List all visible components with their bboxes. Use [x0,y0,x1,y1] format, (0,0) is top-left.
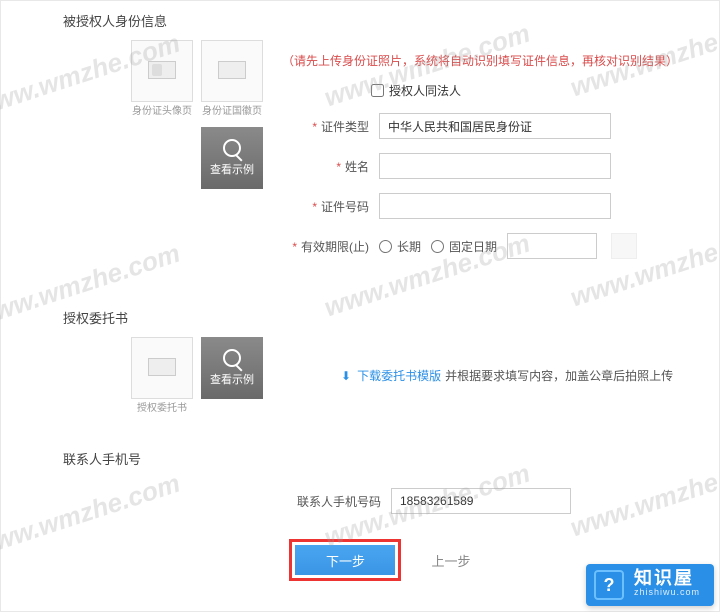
example-label-auth: 查看示例 [210,371,254,387]
phone-label: 联系人手机号码 [297,495,381,509]
section-title-id-info: 被授权人身份信息 [1,1,719,40]
download-template-link[interactable]: 下载委托书模版 [357,367,441,384]
brand-badge: ? 知识屋 zhishiwu.com [586,564,714,606]
upload-id-back-label: 身份证国徽页 [201,102,263,117]
legal-person-checkbox[interactable] [371,84,384,97]
view-example-auth[interactable]: 查看示例 [201,337,263,399]
download-tail-text: 并根据要求填写内容，加盖公章后拍照上传 [445,367,673,384]
view-example-id[interactable]: 查看示例 [201,127,263,189]
id-back-icon [218,61,246,79]
badge-icon: ? [594,570,624,600]
valid-long-radio[interactable] [379,240,392,253]
section-title-phone: 联系人手机号 [1,439,719,478]
cert-no-label: 证件号码 [321,200,369,214]
upload-id-back[interactable] [201,40,263,102]
section-title-auth-letter: 授权委托书 [1,298,719,337]
id-front-icon [148,61,176,79]
magnifier-icon [223,139,241,157]
valid-fixed-label: 固定日期 [449,238,497,255]
download-icon: ⬇ [341,369,351,383]
highlight-frame: 下一步 [289,539,401,581]
name-input[interactable] [379,153,611,179]
name-label: 姓名 [345,160,369,174]
date-picker-icon[interactable] [611,233,637,259]
phone-input[interactable] [391,488,571,514]
valid-date-input[interactable] [507,233,597,259]
upload-id-front-label: 身份证头像页 [131,102,193,117]
valid-long-label: 长期 [397,238,421,255]
cert-no-input[interactable] [379,193,611,219]
cert-type-value[interactable]: 中华人民共和国居民身份证 [379,113,611,139]
valid-fixed-radio[interactable] [431,240,444,253]
cert-type-label: 证件类型 [321,120,369,134]
prev-button[interactable]: 上一步 [431,551,470,570]
upload-auth-letter[interactable] [131,337,193,399]
upload-auth-label: 授权委托书 [131,399,193,414]
upload-id-front[interactable] [131,40,193,102]
valid-label: 有效期限(止) [301,240,369,254]
legal-person-label: 授权人同法人 [389,82,461,99]
badge-sub: zhishiwu.com [634,585,700,599]
magnifier-icon [223,349,241,367]
next-button[interactable]: 下一步 [295,545,395,575]
example-label: 查看示例 [210,161,254,177]
doc-icon [148,358,176,376]
upload-hint: （请先上传身份证照片，系统将自动识别填写证件信息，再核对识别结果） [281,44,719,82]
badge-title: 知识屋 [634,571,700,585]
